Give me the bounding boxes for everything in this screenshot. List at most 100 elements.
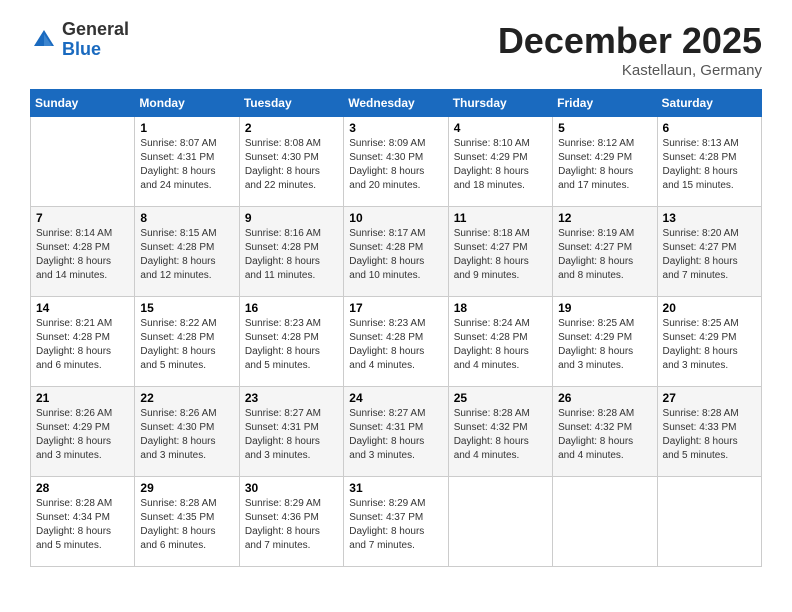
day-info: Sunrise: 8:25 AMSunset: 4:29 PMDaylight:… <box>663 317 756 373</box>
table-row: 20 Sunrise: 8:25 AMSunset: 4:29 PMDayligh… <box>657 297 761 387</box>
day-info: Sunrise: 8:15 AMSunset: 4:28 PMDaylight:… <box>140 227 233 283</box>
day-number: 9 <box>245 211 338 225</box>
day-info: Sunrise: 8:16 AMSunset: 4:28 PMDaylight:… <box>245 227 338 283</box>
table-row <box>448 477 552 567</box>
day-number: 14 <box>36 301 129 315</box>
header-friday: Friday <box>553 90 657 117</box>
day-number: 10 <box>349 211 442 225</box>
table-row: 6 Sunrise: 8:13 AMSunset: 4:28 PMDaylight… <box>657 117 761 207</box>
day-info: Sunrise: 8:26 AMSunset: 4:30 PMDaylight:… <box>140 407 233 463</box>
day-info: Sunrise: 8:18 AMSunset: 4:27 PMDaylight:… <box>454 227 547 283</box>
day-number: 5 <box>558 121 651 135</box>
table-row: 10 Sunrise: 8:17 AMSunset: 4:28 PMDayligh… <box>344 207 448 297</box>
day-number: 28 <box>36 481 129 495</box>
table-row: 9 Sunrise: 8:16 AMSunset: 4:28 PMDaylight… <box>239 207 343 297</box>
table-row: 28 Sunrise: 8:28 AMSunset: 4:34 PMDayligh… <box>31 477 135 567</box>
table-row: 17 Sunrise: 8:23 AMSunset: 4:28 PMDayligh… <box>344 297 448 387</box>
table-row: 4Sunrise: 8:10 AMSunset: 4:29 PMDaylight… <box>448 117 552 207</box>
day-info: Sunrise: 8:22 AMSunset: 4:28 PMDaylight:… <box>140 317 233 373</box>
location-subtitle: Kastellaun, Germany <box>498 62 762 79</box>
day-number: 23 <box>245 391 338 405</box>
day-info: Sunrise: 8:29 AMSunset: 4:36 PMDaylight:… <box>245 497 338 553</box>
table-row: 26 Sunrise: 8:28 AMSunset: 4:32 PMDayligh… <box>553 387 657 477</box>
header-thursday: Thursday <box>448 90 552 117</box>
table-row: 13 Sunrise: 8:20 AMSunset: 4:27 PMDayligh… <box>657 207 761 297</box>
day-number: 7 <box>36 211 129 225</box>
week-row-1: 1 Sunrise: 8:07 AMSunset: 4:31 PMDaylight… <box>31 117 762 207</box>
day-info: Sunrise: 8:28 AMSunset: 4:32 PMDaylight:… <box>454 407 547 463</box>
table-row: 21Sunrise: 8:26 AMSunset: 4:29 PMDayligh… <box>31 387 135 477</box>
day-info: Sunrise: 8:25 AMSunset: 4:29 PMDaylight:… <box>558 317 651 373</box>
day-number: 26 <box>558 391 651 405</box>
day-info: Sunrise: 8:13 AMSunset: 4:28 PMDaylight:… <box>663 137 756 193</box>
title-block: December 2025 Kastellaun, Germany <box>498 20 762 79</box>
day-info: Sunrise: 8:28 AMSunset: 4:34 PMDaylight:… <box>36 497 129 553</box>
table-row: 7 Sunrise: 8:14 AMSunset: 4:28 PMDaylight… <box>31 207 135 297</box>
day-number: 18 <box>454 301 547 315</box>
day-info: Sunrise: 8:07 AMSunset: 4:31 PMDaylight:… <box>140 137 233 193</box>
day-number: 31 <box>349 481 442 495</box>
day-info: Sunrise: 8:24 AMSunset: 4:28 PMDaylight:… <box>454 317 547 373</box>
table-row: 1 Sunrise: 8:07 AMSunset: 4:31 PMDaylight… <box>135 117 239 207</box>
day-info: Sunrise: 8:27 AMSunset: 4:31 PMDaylight:… <box>245 407 338 463</box>
header-sunday: Sunday <box>31 90 135 117</box>
day-info: Sunrise: 8:09 AMSunset: 4:30 PMDaylight:… <box>349 137 442 193</box>
day-number: 8 <box>140 211 233 225</box>
weekday-header-row: SundayMondayTuesdayWednesdayThursdayFrid… <box>31 90 762 117</box>
logo-general-text: General <box>62 20 129 40</box>
page-header: General Blue December 2025 Kastellaun, G… <box>30 20 762 79</box>
logo-blue-text: Blue <box>62 40 129 60</box>
day-number: 4 <box>454 121 547 135</box>
table-row: 2 Sunrise: 8:08 AMSunset: 4:30 PMDaylight… <box>239 117 343 207</box>
day-info: Sunrise: 8:28 AMSunset: 4:32 PMDaylight:… <box>558 407 651 463</box>
table-row: 31Sunrise: 8:29 AMSunset: 4:37 PMDayligh… <box>344 477 448 567</box>
day-number: 17 <box>349 301 442 315</box>
day-info: Sunrise: 8:23 AMSunset: 4:28 PMDaylight:… <box>245 317 338 373</box>
table-row: 3Sunrise: 8:09 AMSunset: 4:30 PMDaylight… <box>344 117 448 207</box>
day-number: 19 <box>558 301 651 315</box>
day-info: Sunrise: 8:23 AMSunset: 4:28 PMDaylight:… <box>349 317 442 373</box>
table-row: 25Sunrise: 8:28 AMSunset: 4:32 PMDayligh… <box>448 387 552 477</box>
week-row-2: 7 Sunrise: 8:14 AMSunset: 4:28 PMDaylight… <box>31 207 762 297</box>
day-info: Sunrise: 8:26 AMSunset: 4:29 PMDaylight:… <box>36 407 129 463</box>
day-info: Sunrise: 8:17 AMSunset: 4:28 PMDaylight:… <box>349 227 442 283</box>
table-row: 23 Sunrise: 8:27 AMSunset: 4:31 PMDayligh… <box>239 387 343 477</box>
table-row: 15 Sunrise: 8:22 AMSunset: 4:28 PMDayligh… <box>135 297 239 387</box>
day-info: Sunrise: 8:08 AMSunset: 4:30 PMDaylight:… <box>245 137 338 193</box>
table-row <box>31 117 135 207</box>
day-info: Sunrise: 8:20 AMSunset: 4:27 PMDaylight:… <box>663 227 756 283</box>
table-row: 14 Sunrise: 8:21 AMSunset: 4:28 PMDayligh… <box>31 297 135 387</box>
table-row <box>553 477 657 567</box>
day-info: Sunrise: 8:28 AMSunset: 4:33 PMDaylight:… <box>663 407 756 463</box>
table-row: 8 Sunrise: 8:15 AMSunset: 4:28 PMDaylight… <box>135 207 239 297</box>
day-info: Sunrise: 8:12 AMSunset: 4:29 PMDaylight:… <box>558 137 651 193</box>
day-info: Sunrise: 8:21 AMSunset: 4:28 PMDaylight:… <box>36 317 129 373</box>
table-row: 22Sunrise: 8:26 AMSunset: 4:30 PMDayligh… <box>135 387 239 477</box>
header-saturday: Saturday <box>657 90 761 117</box>
day-number: 20 <box>663 301 756 315</box>
day-info: Sunrise: 8:27 AMSunset: 4:31 PMDaylight:… <box>349 407 442 463</box>
day-number: 6 <box>663 121 756 135</box>
week-row-4: 21Sunrise: 8:26 AMSunset: 4:29 PMDayligh… <box>31 387 762 477</box>
day-info: Sunrise: 8:19 AMSunset: 4:27 PMDaylight:… <box>558 227 651 283</box>
day-number: 12 <box>558 211 651 225</box>
week-row-5: 28 Sunrise: 8:28 AMSunset: 4:34 PMDayligh… <box>31 477 762 567</box>
table-row: 16Sunrise: 8:23 AMSunset: 4:28 PMDayligh… <box>239 297 343 387</box>
logo: General Blue <box>30 20 129 60</box>
header-wednesday: Wednesday <box>344 90 448 117</box>
day-number: 15 <box>140 301 233 315</box>
day-info: Sunrise: 8:14 AMSunset: 4:28 PMDaylight:… <box>36 227 129 283</box>
table-row: 29Sunrise: 8:28 AMSunset: 4:35 PMDayligh… <box>135 477 239 567</box>
header-tuesday: Tuesday <box>239 90 343 117</box>
table-row: 11 Sunrise: 8:18 AMSunset: 4:27 PMDayligh… <box>448 207 552 297</box>
day-number: 27 <box>663 391 756 405</box>
table-row: 5 Sunrise: 8:12 AMSunset: 4:29 PMDaylight… <box>553 117 657 207</box>
day-number: 2 <box>245 121 338 135</box>
day-number: 1 <box>140 121 233 135</box>
table-row: 19 Sunrise: 8:25 AMSunset: 4:29 PMDayligh… <box>553 297 657 387</box>
table-row: 12 Sunrise: 8:19 AMSunset: 4:27 PMDayligh… <box>553 207 657 297</box>
day-number: 13 <box>663 211 756 225</box>
logo-text: General Blue <box>62 20 129 60</box>
day-number: 11 <box>454 211 547 225</box>
day-info: Sunrise: 8:28 AMSunset: 4:35 PMDaylight:… <box>140 497 233 553</box>
